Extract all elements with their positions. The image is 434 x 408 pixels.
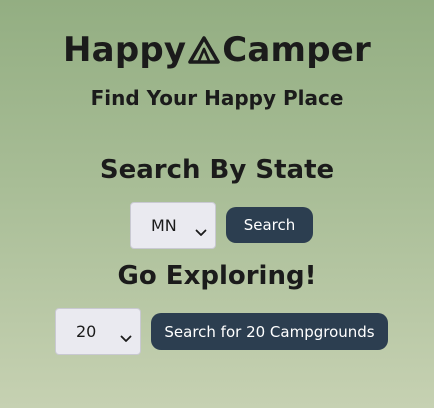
- brand-logo: Happy Camper: [0, 28, 434, 72]
- search-button[interactable]: Search: [226, 207, 313, 243]
- state-select[interactable]: MN: [130, 202, 216, 249]
- tent-icon: [187, 32, 221, 64]
- search-by-state-heading: Search By State: [99, 155, 335, 185]
- chevron-down-icon: [195, 222, 207, 236]
- chevron-down-icon: [120, 328, 132, 342]
- page: Happy Camper Find Your Happy Place Searc…: [0, 0, 434, 408]
- campground-count-value: 20: [76, 322, 97, 341]
- search-campgrounds-button[interactable]: Search for 20 Campgrounds: [151, 313, 388, 350]
- tagline: Find Your Happy Place: [90, 86, 344, 110]
- brand-word-camper: Camper: [222, 30, 371, 70]
- campground-count-select[interactable]: 20: [55, 308, 141, 355]
- brand-word-happy: Happy: [63, 30, 187, 70]
- state-select-value: MN: [151, 216, 177, 235]
- go-exploring-heading: Go Exploring!: [117, 261, 317, 291]
